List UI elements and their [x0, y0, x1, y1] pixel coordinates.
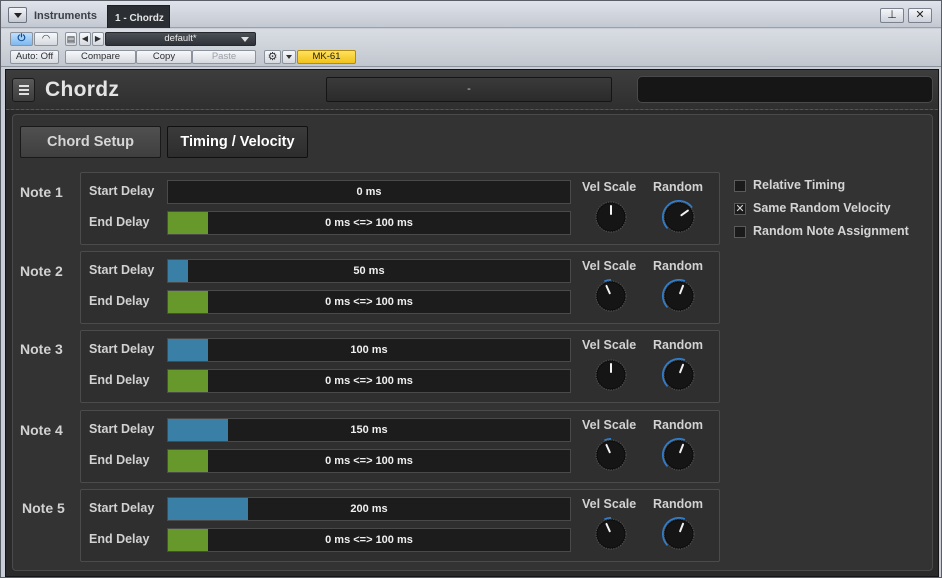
preset-list-icon[interactable]: ▤ — [65, 32, 77, 46]
host-toolbar: ⏻ ◠ ▤ ◀ ▶ default* Auto: Off Compare Cop… — [1, 29, 941, 67]
end-delay-slider[interactable]: 0 ms <=> 100 ms — [167, 369, 571, 393]
start-delay-slider[interactable]: 0 ms — [167, 180, 571, 204]
start-delay-value: 150 ms — [350, 424, 388, 436]
note-row: Start Delay 50 ms End Delay 0 ms <=> 100… — [80, 251, 720, 324]
end-delay-slider[interactable]: 0 ms <=> 100 ms — [167, 290, 571, 314]
end-delay-label: End Delay — [89, 373, 150, 387]
info-display — [637, 76, 933, 103]
end-delay-value: 0 ms <=> 100 ms — [325, 534, 413, 546]
note-label: Note 3 — [20, 341, 63, 357]
note-row: Start Delay 0 ms End Delay 0 ms <=> 100 … — [80, 172, 720, 245]
option-label: Random Note Assignment — [753, 224, 909, 238]
end-delay-value: 0 ms <=> 100 ms — [325, 375, 413, 387]
end-delay-slider[interactable]: 0 ms <=> 100 ms — [167, 211, 571, 235]
plugin-panel: Chordz - Chord Setup Timing / Velocity N… — [5, 69, 939, 577]
checkbox[interactable] — [734, 180, 746, 192]
checkbox[interactable] — [734, 226, 746, 238]
random-label: Random — [653, 259, 703, 273]
compare-button[interactable]: Compare — [65, 50, 136, 64]
power-icon[interactable]: ⏻ — [10, 32, 33, 46]
random-knob[interactable] — [662, 200, 696, 234]
paste-button[interactable]: Paste — [192, 50, 256, 64]
end-delay-label: End Delay — [89, 294, 150, 308]
end-delay-slider[interactable]: 0 ms <=> 100 ms — [167, 528, 571, 552]
start-delay-value: 0 ms — [356, 186, 382, 198]
plugin-title: Chordz — [45, 78, 120, 101]
random-knob[interactable] — [662, 438, 696, 472]
preset-display[interactable]: - — [326, 77, 612, 102]
start-delay-slider[interactable]: 150 ms — [167, 418, 571, 442]
copy-button[interactable]: Copy — [136, 50, 192, 64]
vel-scale-knob[interactable] — [594, 438, 628, 472]
tab-instruments[interactable]: Instruments — [34, 10, 97, 22]
end-delay-slider[interactable]: 0 ms <=> 100 ms — [167, 449, 571, 473]
note-label: Note 5 — [22, 500, 65, 516]
end-delay-label: End Delay — [89, 215, 150, 229]
end-delay-value: 0 ms <=> 100 ms — [325, 455, 413, 467]
start-delay-value: 50 ms — [353, 265, 385, 277]
start-delay-label: Start Delay — [89, 501, 155, 515]
tab-chord-setup[interactable]: Chord Setup — [20, 126, 161, 158]
start-delay-value: 100 ms — [350, 344, 388, 356]
preset-select[interactable]: default* — [105, 32, 256, 46]
start-delay-slider[interactable]: 200 ms — [167, 497, 571, 521]
end-delay-value: 0 ms <=> 100 ms — [325, 296, 413, 308]
note-label: Note 4 — [20, 422, 63, 438]
preset-next-icon[interactable]: ▶ — [92, 32, 104, 46]
bypass-icon[interactable]: ◠ — [34, 32, 58, 46]
plugin-header: Chordz - — [6, 70, 938, 110]
vel-scale-label: Vel Scale — [582, 418, 637, 432]
note-label: Note 2 — [20, 263, 63, 279]
end-delay-label: End Delay — [89, 453, 150, 467]
random-knob[interactable] — [662, 517, 696, 551]
start-delay-label: Start Delay — [89, 263, 155, 277]
note-row: Start Delay 100 ms End Delay 0 ms <=> 10… — [80, 330, 720, 403]
checkbox[interactable]: ✕ — [734, 203, 746, 215]
tab-timing-velocity[interactable]: Timing / Velocity — [167, 126, 308, 158]
vel-scale-knob[interactable] — [594, 200, 628, 234]
device-badge[interactable]: MK-61 — [297, 50, 356, 64]
preset-prev-icon[interactable]: ◀ — [79, 32, 91, 46]
option-label: Same Random Velocity — [753, 201, 891, 215]
start-delay-slider[interactable]: 50 ms — [167, 259, 571, 283]
pin-icon[interactable]: ⊥ — [880, 8, 904, 23]
option-label: Relative Timing — [753, 178, 846, 192]
host-window: Instruments 1 - Chordz ⊥ ✕ ⏻ ◠ ▤ ◀ ▶ def… — [0, 0, 942, 578]
close-icon[interactable]: ✕ — [908, 8, 932, 23]
timing-velocity-page: Chord Setup Timing / Velocity Note 1 Sta… — [12, 114, 933, 571]
vel-scale-label: Vel Scale — [582, 338, 637, 352]
note-row: Start Delay 200 ms End Delay 0 ms <=> 10… — [80, 489, 720, 562]
note-label: Note 1 — [20, 184, 63, 200]
random-label: Random — [653, 418, 703, 432]
vel-scale-label: Vel Scale — [582, 259, 637, 273]
random-label: Random — [653, 338, 703, 352]
start-delay-label: Start Delay — [89, 184, 155, 198]
start-delay-label: Start Delay — [89, 422, 155, 436]
random-knob[interactable] — [662, 279, 696, 313]
host-tab-bar: Instruments 1 - Chordz ⊥ ✕ — [1, 1, 941, 28]
instruments-dropdown-button[interactable] — [8, 7, 27, 23]
random-knob[interactable] — [662, 358, 696, 392]
note-row: Start Delay 150 ms End Delay 0 ms <=> 10… — [80, 410, 720, 483]
end-delay-label: End Delay — [89, 532, 150, 546]
vel-scale-knob[interactable] — [594, 358, 628, 392]
start-delay-value: 200 ms — [350, 503, 388, 515]
vel-scale-label: Vel Scale — [582, 180, 637, 194]
random-label: Random — [653, 497, 703, 511]
gear-icon[interactable]: ⚙ — [264, 50, 281, 64]
start-delay-label: Start Delay — [89, 342, 155, 356]
vel-scale-knob[interactable] — [594, 279, 628, 313]
vel-scale-label: Vel Scale — [582, 497, 637, 511]
menu-icon[interactable] — [12, 78, 35, 102]
chevron-down-icon[interactable] — [282, 50, 296, 64]
random-label: Random — [653, 180, 703, 194]
tab-chordz[interactable]: 1 - Chordz — [107, 5, 170, 28]
automation-button[interactable]: Auto: Off — [10, 50, 59, 64]
start-delay-slider[interactable]: 100 ms — [167, 338, 571, 362]
end-delay-value: 0 ms <=> 100 ms — [325, 217, 413, 229]
vel-scale-knob[interactable] — [594, 517, 628, 551]
